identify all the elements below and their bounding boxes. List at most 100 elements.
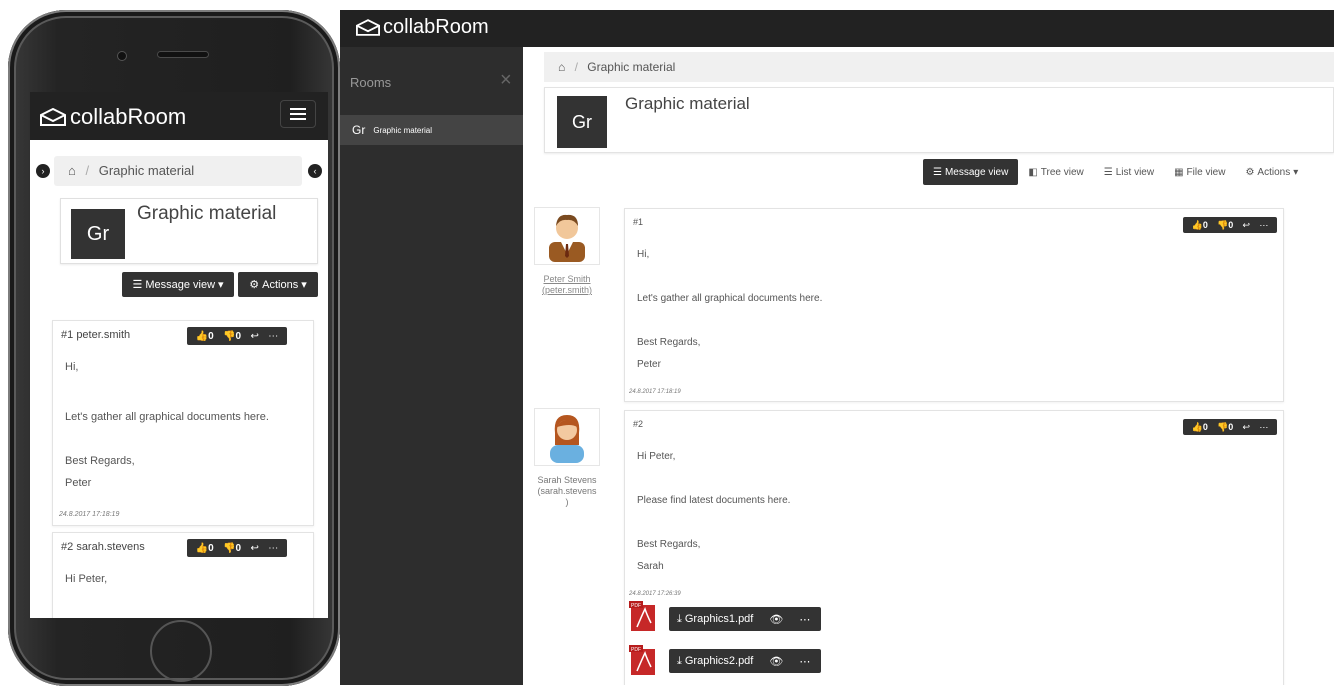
gear-icon: ⚙	[249, 279, 260, 291]
thumbs-down-icon[interactable]: 👎0	[1217, 422, 1233, 433]
message-view-dropdown[interactable]: ☰ Message view ▾	[122, 272, 234, 297]
desktop-app: collabRoom Rooms × Gr Graphic material ⌂…	[340, 10, 1334, 685]
post-closing: Best Regards,	[65, 455, 135, 467]
reply-icon[interactable]: ↩	[251, 543, 259, 554]
grid-icon: ▦	[1174, 166, 1184, 178]
logo-icon	[356, 19, 380, 36]
author-avatar	[534, 207, 600, 265]
more-icon[interactable]: ⋯	[268, 543, 278, 554]
post-username[interactable]: peter.smith	[76, 329, 130, 341]
post-signature: Sarah	[637, 561, 664, 572]
mobile-logo[interactable]: collabRoom	[40, 104, 186, 130]
caret-down-icon: ▾	[218, 279, 224, 291]
sidebar-item-abbr: Gr	[352, 123, 366, 137]
author-name: Peter Smith	[543, 274, 591, 284]
download-file-button[interactable]: ⤓ Graphics1.pdf	[669, 607, 761, 631]
tab-file-view[interactable]: ▦ File view	[1164, 159, 1235, 185]
reply-icon[interactable]: ↩	[1243, 422, 1251, 433]
list-icon: ☰	[933, 166, 942, 178]
file-name: Graphics1.pdf	[684, 613, 754, 625]
post-number: #1	[61, 329, 74, 341]
sidebar-close-icon[interactable]: ×	[500, 69, 512, 92]
chevron-left-icon[interactable]: ‹	[308, 164, 322, 178]
eye-icon[interactable]: 👁	[761, 649, 791, 673]
sidebar-item-graphic-material[interactable]: Gr Graphic material	[340, 115, 523, 145]
svg-text:PDF: PDF	[631, 647, 641, 653]
download-icon: ⤓	[677, 612, 682, 625]
list-icon: ☰	[132, 279, 143, 291]
author-name: Sarah Stevens	[537, 475, 597, 485]
home-icon[interactable]: ⌂	[68, 163, 76, 178]
reply-icon[interactable]: ↩	[251, 331, 259, 342]
hamburger-menu-button[interactable]	[280, 100, 316, 128]
dislike-count: 0	[235, 542, 242, 554]
thumbs-down-icon[interactable]: 👎0	[223, 543, 241, 554]
post-number: #1	[633, 217, 644, 227]
actions-dropdown[interactable]: ⚙ Actions ▾	[1235, 159, 1308, 185]
desktop-logo[interactable]: collabRoom	[356, 16, 489, 39]
author-username: (peter.smith)	[541, 285, 592, 295]
post: #1 👍0 👎0 ↩ ⋯ Hi, Let's gather all graphi…	[624, 208, 1284, 402]
post-author-link[interactable]: Peter Smith (peter.smith)	[530, 274, 604, 296]
more-icon[interactable]: ⋯	[268, 331, 278, 342]
message-view-label: Message view	[145, 278, 216, 291]
tab-label: List view	[1115, 166, 1155, 178]
tab-label: Message view	[944, 166, 1009, 178]
tab-label: Actions	[1257, 166, 1291, 178]
pdf-icon: PDF	[629, 601, 655, 631]
caret-down-icon: ▾	[1293, 166, 1299, 178]
mobile-breadcrumb: ⌂ / Graphic material	[54, 156, 302, 186]
more-icon[interactable]: ⋯	[1259, 422, 1268, 433]
more-icon[interactable]: ⋯	[791, 607, 818, 631]
thumbs-up-icon[interactable]: 👍0	[196, 331, 214, 342]
breadcrumb-separator: /	[574, 60, 578, 74]
phone-home-button[interactable]	[150, 620, 212, 682]
chevron-right-icon[interactable]: ›	[36, 164, 50, 178]
thumbs-up-icon[interactable]: 👍0	[196, 543, 214, 554]
tab-message-view[interactable]: ☰ Message view	[923, 159, 1019, 185]
home-icon[interactable]: ⌂	[558, 60, 565, 74]
mobile-post: #2 sarah.stevens 👍0 👎0 ↩ ⋯ Hi Peter,	[52, 532, 314, 618]
breadcrumb: ⌂ / Graphic material	[544, 52, 1334, 82]
more-icon[interactable]: ⋯	[791, 649, 818, 673]
actions-label: Actions	[262, 278, 299, 291]
room-abbr-badge: Gr	[71, 209, 125, 259]
more-icon[interactable]: ⋯	[1259, 220, 1268, 231]
thumbs-down-icon[interactable]: 👎0	[223, 331, 241, 342]
file-name: Graphics2.pdf	[684, 655, 754, 667]
download-file-button[interactable]: ⤓ Graphics2.pdf	[669, 649, 761, 673]
thumbs-up-icon[interactable]: 👍0	[1192, 220, 1208, 231]
post: #2 👍0 👎0 ↩ ⋯ Hi Peter, Please find lates…	[624, 410, 1284, 685]
post-vote-toolbar: 👍0 👎0 ↩ ⋯	[1183, 419, 1277, 435]
post-header: #1 peter.smith	[61, 329, 130, 341]
post-greeting: Hi,	[65, 361, 79, 373]
view-tabs: ☰ Message view ◧ Tree view ☰ List view ▦ Fil…	[923, 159, 1308, 185]
mobile-post: #1 peter.smith 👍0 👎0 ↩ ⋯ Hi, Let's gathe…	[52, 320, 314, 526]
post-username[interactable]: sarah.stevens	[76, 541, 144, 553]
download-icon: ⤓	[677, 654, 682, 667]
pdf-icon: PDF	[629, 645, 655, 675]
thumbs-down-icon[interactable]: 👎0	[1217, 220, 1233, 231]
like-count: 0	[208, 542, 214, 554]
tab-tree-view[interactable]: ◧ Tree view	[1018, 159, 1093, 185]
dislike-count: 0	[235, 330, 242, 342]
dislike-count: 0	[1228, 421, 1234, 432]
tab-list-view[interactable]: ☰ List view	[1094, 159, 1164, 185]
eye-icon[interactable]: 👁	[761, 607, 791, 631]
post-greeting: Hi Peter,	[637, 451, 676, 462]
post-greeting: Hi Peter,	[65, 573, 108, 585]
caret-down-icon: ▾	[301, 279, 307, 291]
reply-icon[interactable]: ↩	[1243, 220, 1251, 231]
mobile-room-header: Gr Graphic material	[60, 198, 318, 264]
file-attachment: ⤓ Graphics1.pdf 👁 ⋯	[669, 607, 821, 631]
list-icon: ☰	[1103, 166, 1113, 178]
post-signature: Peter	[65, 477, 92, 489]
mobile-screen: collabRoom › ⌂ / Graphic material ‹ Gr G…	[30, 92, 328, 618]
post-author-link[interactable]: Sarah Stevens (sarah.stevens )	[530, 475, 604, 508]
thumbs-up-icon[interactable]: 👍0	[1192, 422, 1208, 433]
actions-dropdown[interactable]: ⚙ Actions ▾	[238, 272, 318, 297]
post-number: #2	[61, 541, 74, 553]
post-body: Please find latest documents here.	[637, 495, 791, 506]
post-closing: Best Regards,	[637, 539, 701, 550]
tree-icon: ◧	[1028, 166, 1038, 178]
